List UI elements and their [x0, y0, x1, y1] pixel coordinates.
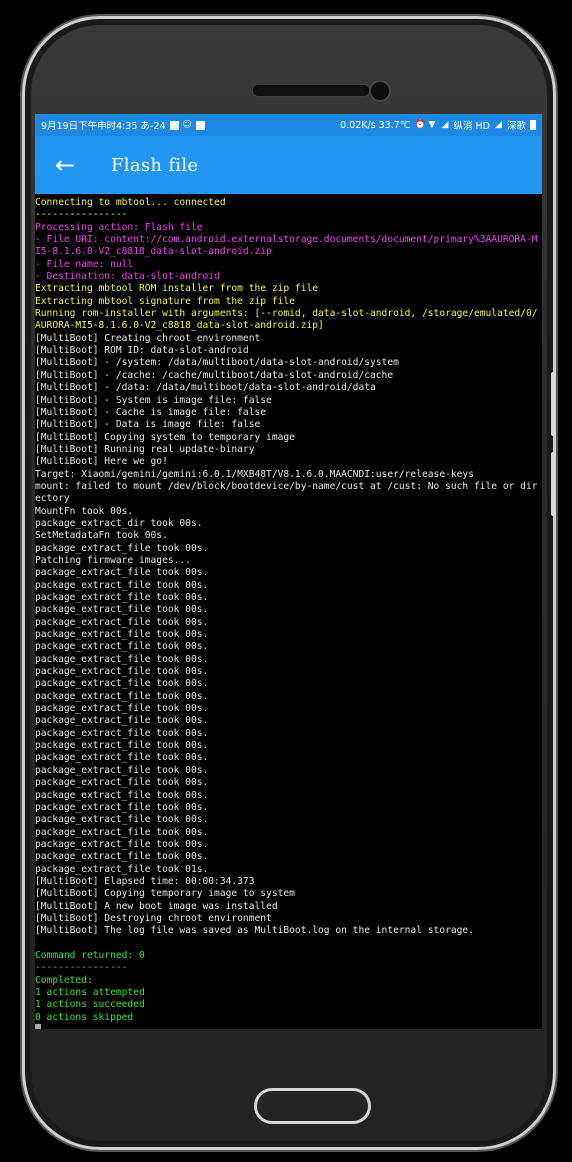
log-line: package_extract_file took 00s. [35, 703, 209, 715]
log-line: [MultiBoot] A new boot image was install… [35, 900, 278, 912]
log-line: Running rom-installer with arguments: [-… [35, 308, 538, 332]
log-line: Processing action: Flash file [35, 221, 203, 233]
log-line: Connecting to mbtool... connected [35, 197, 226, 208]
log-line: [MultiBoot] - /cache: /cache/multiboot/d… [35, 369, 394, 381]
log-line: package_extract_file took 00s. [35, 814, 209, 826]
phone-screen: 9月19日下午申时4:35 あ-24 ☺ 0.02K/s 33.7℃ ⏰ ▼ ◢… [35, 114, 542, 1029]
log-line: package_extract_file took 00s. [35, 678, 209, 690]
log-line: MountFn took 00s. [35, 505, 134, 517]
log-line: package_extract_file took 00s. [35, 542, 209, 554]
log-line: package_extract_file took 00s. [35, 752, 209, 764]
log-line: 0 actions skipped [35, 1011, 134, 1023]
log-line: [MultiBoot] Here we go! [35, 456, 168, 468]
front-camera [371, 82, 389, 100]
log-line: [MultiBoot] Creating chroot environment [35, 332, 261, 344]
log-line: package_extract_file took 00s. [35, 616, 209, 628]
log-line: [MultiBoot] - Data is image file: false [35, 419, 261, 431]
carrier-label: 纵消 HD [453, 121, 490, 132]
log-line: package_extract_file took 00s. [35, 567, 209, 579]
log-line: [MultiBoot] - /data: /data/multiboot/dat… [35, 382, 376, 394]
log-line: package_extract_file took 00s. [35, 727, 209, 739]
log-line: package_extract_file took 00s. [35, 653, 209, 665]
log-line: Patching firmware images... [35, 554, 191, 566]
log-line: Extracting mbtool ROM installer from the… [35, 283, 319, 295]
log-line: [MultiBoot] - System is image file: fals… [35, 394, 272, 406]
log-line: package_extract_file took 00s. [35, 826, 209, 838]
wifi-icon: ▼ [428, 119, 436, 130]
log-line: [MultiBoot] ROM ID: data-slot-android [35, 345, 249, 357]
log-line: [MultiBoot] Running real update-binary [35, 443, 255, 455]
status-time: 9月19日下午申时4:35 あ-24 [41, 121, 166, 132]
earpiece-speaker [253, 85, 369, 96]
log-line: [MultiBoot] - Cache is image file: false [35, 406, 267, 418]
log-line: package_extract_file took 00s. [35, 838, 209, 850]
home-button[interactable] [254, 1088, 371, 1124]
flash-log-output: Connecting to mbtool... connected -------… [35, 194, 542, 1029]
log-line: package_extract_file took 00s. [35, 690, 209, 702]
status-bar-left: 9月19日下午申时4:35 あ-24 ☺ [41, 118, 205, 132]
log-line: ---------------- [35, 209, 128, 221]
network-speed: 0.02K/s 33.7℃ [340, 119, 411, 131]
log-line: Target: Xiaomi/gemini/gemini:6.0.1/MXB48… [35, 468, 474, 480]
log-line: package_extract_file took 00s. [35, 777, 209, 789]
log-line: package_extract_file took 00s. [35, 592, 209, 603]
page-title: Flash file [111, 154, 199, 176]
log-line: - File name: null [35, 258, 134, 270]
log-line: package_extract_file took 00s. [35, 666, 209, 678]
app-bar: ← Flash file [35, 136, 542, 194]
log-line: Extracting mbtool signature from the zip… [35, 295, 295, 307]
log-line: package_extract_file took 00s. [35, 764, 209, 776]
log-line: package_extract_file took 00s. [35, 579, 209, 591]
log-line: [MultiBoot] Copying system to temporary … [35, 431, 295, 443]
notification-icon [169, 120, 179, 130]
log-line: ---------------- [35, 962, 128, 974]
carrier-label-2: 深歌 [506, 121, 526, 132]
status-bar-right: 0.02K/s 33.7℃ ⏰ ▼ ◢ 纵消 HD ◢ 深歌 [340, 118, 536, 132]
message-icon [195, 120, 205, 130]
log-line: 1 actions attempted [35, 987, 145, 998]
signal-icon: ◢ [441, 119, 449, 130]
log-line: 1 actions succeeded [35, 999, 145, 1011]
text-cursor [35, 1024, 41, 1029]
log-line: [MultiBoot] - /system: /data/multiboot/d… [35, 357, 399, 369]
battery-icon [530, 120, 536, 130]
log-line: Command returned: 0 [35, 949, 145, 961]
power-button[interactable] [551, 452, 555, 516]
log-line: SetMetadataFn took 00s. [35, 530, 168, 542]
log-line: package_extract_file took 00s. [35, 715, 209, 727]
arrow-left-icon[interactable]: ← [35, 153, 95, 177]
log-line: - File URI: content://com.android.extern… [35, 234, 538, 258]
status-bar: 9月19日下午申时4:35 あ-24 ☺ 0.02K/s 33.7℃ ⏰ ▼ ◢… [35, 114, 542, 136]
alarm-icon: ⏰ [414, 119, 426, 130]
log-line: package_extract_file took 00s. [35, 789, 209, 801]
log-line: package_extract_file took 00s. [35, 801, 209, 813]
log-line: package_extract_file took 00s. [35, 740, 209, 752]
log-line: [MultiBoot] The log file was saved as Mu… [35, 925, 474, 937]
signal-icon-2: ◢ [495, 119, 502, 130]
volume-button[interactable] [551, 372, 555, 436]
log-line: package_extract_file took 00s. [35, 604, 209, 616]
log-line: [MultiBoot] Copying temporary image to s… [35, 888, 295, 900]
log-line: mount: failed to mount /dev/block/bootde… [35, 480, 538, 505]
log-line: package_extract_file took 00s. [35, 641, 209, 653]
log-line: [MultiBoot] Destroying chroot environmen… [35, 912, 272, 924]
log-line: package_extract_file took 01s. [35, 863, 209, 875]
log-line: package_extract_dir took 00s. [35, 517, 203, 529]
app-notification-icon: ☺ [182, 119, 192, 130]
log-line: package_extract_file took 00s. [35, 851, 209, 863]
log-line: [MultiBoot] Elapsed time: 00:00:34.373 [35, 875, 255, 887]
log-line: Completed: [35, 974, 93, 986]
log-line: - Destination: data-slot-android [35, 271, 220, 283]
log-line: package_extract_file took 00s. [35, 629, 209, 641]
